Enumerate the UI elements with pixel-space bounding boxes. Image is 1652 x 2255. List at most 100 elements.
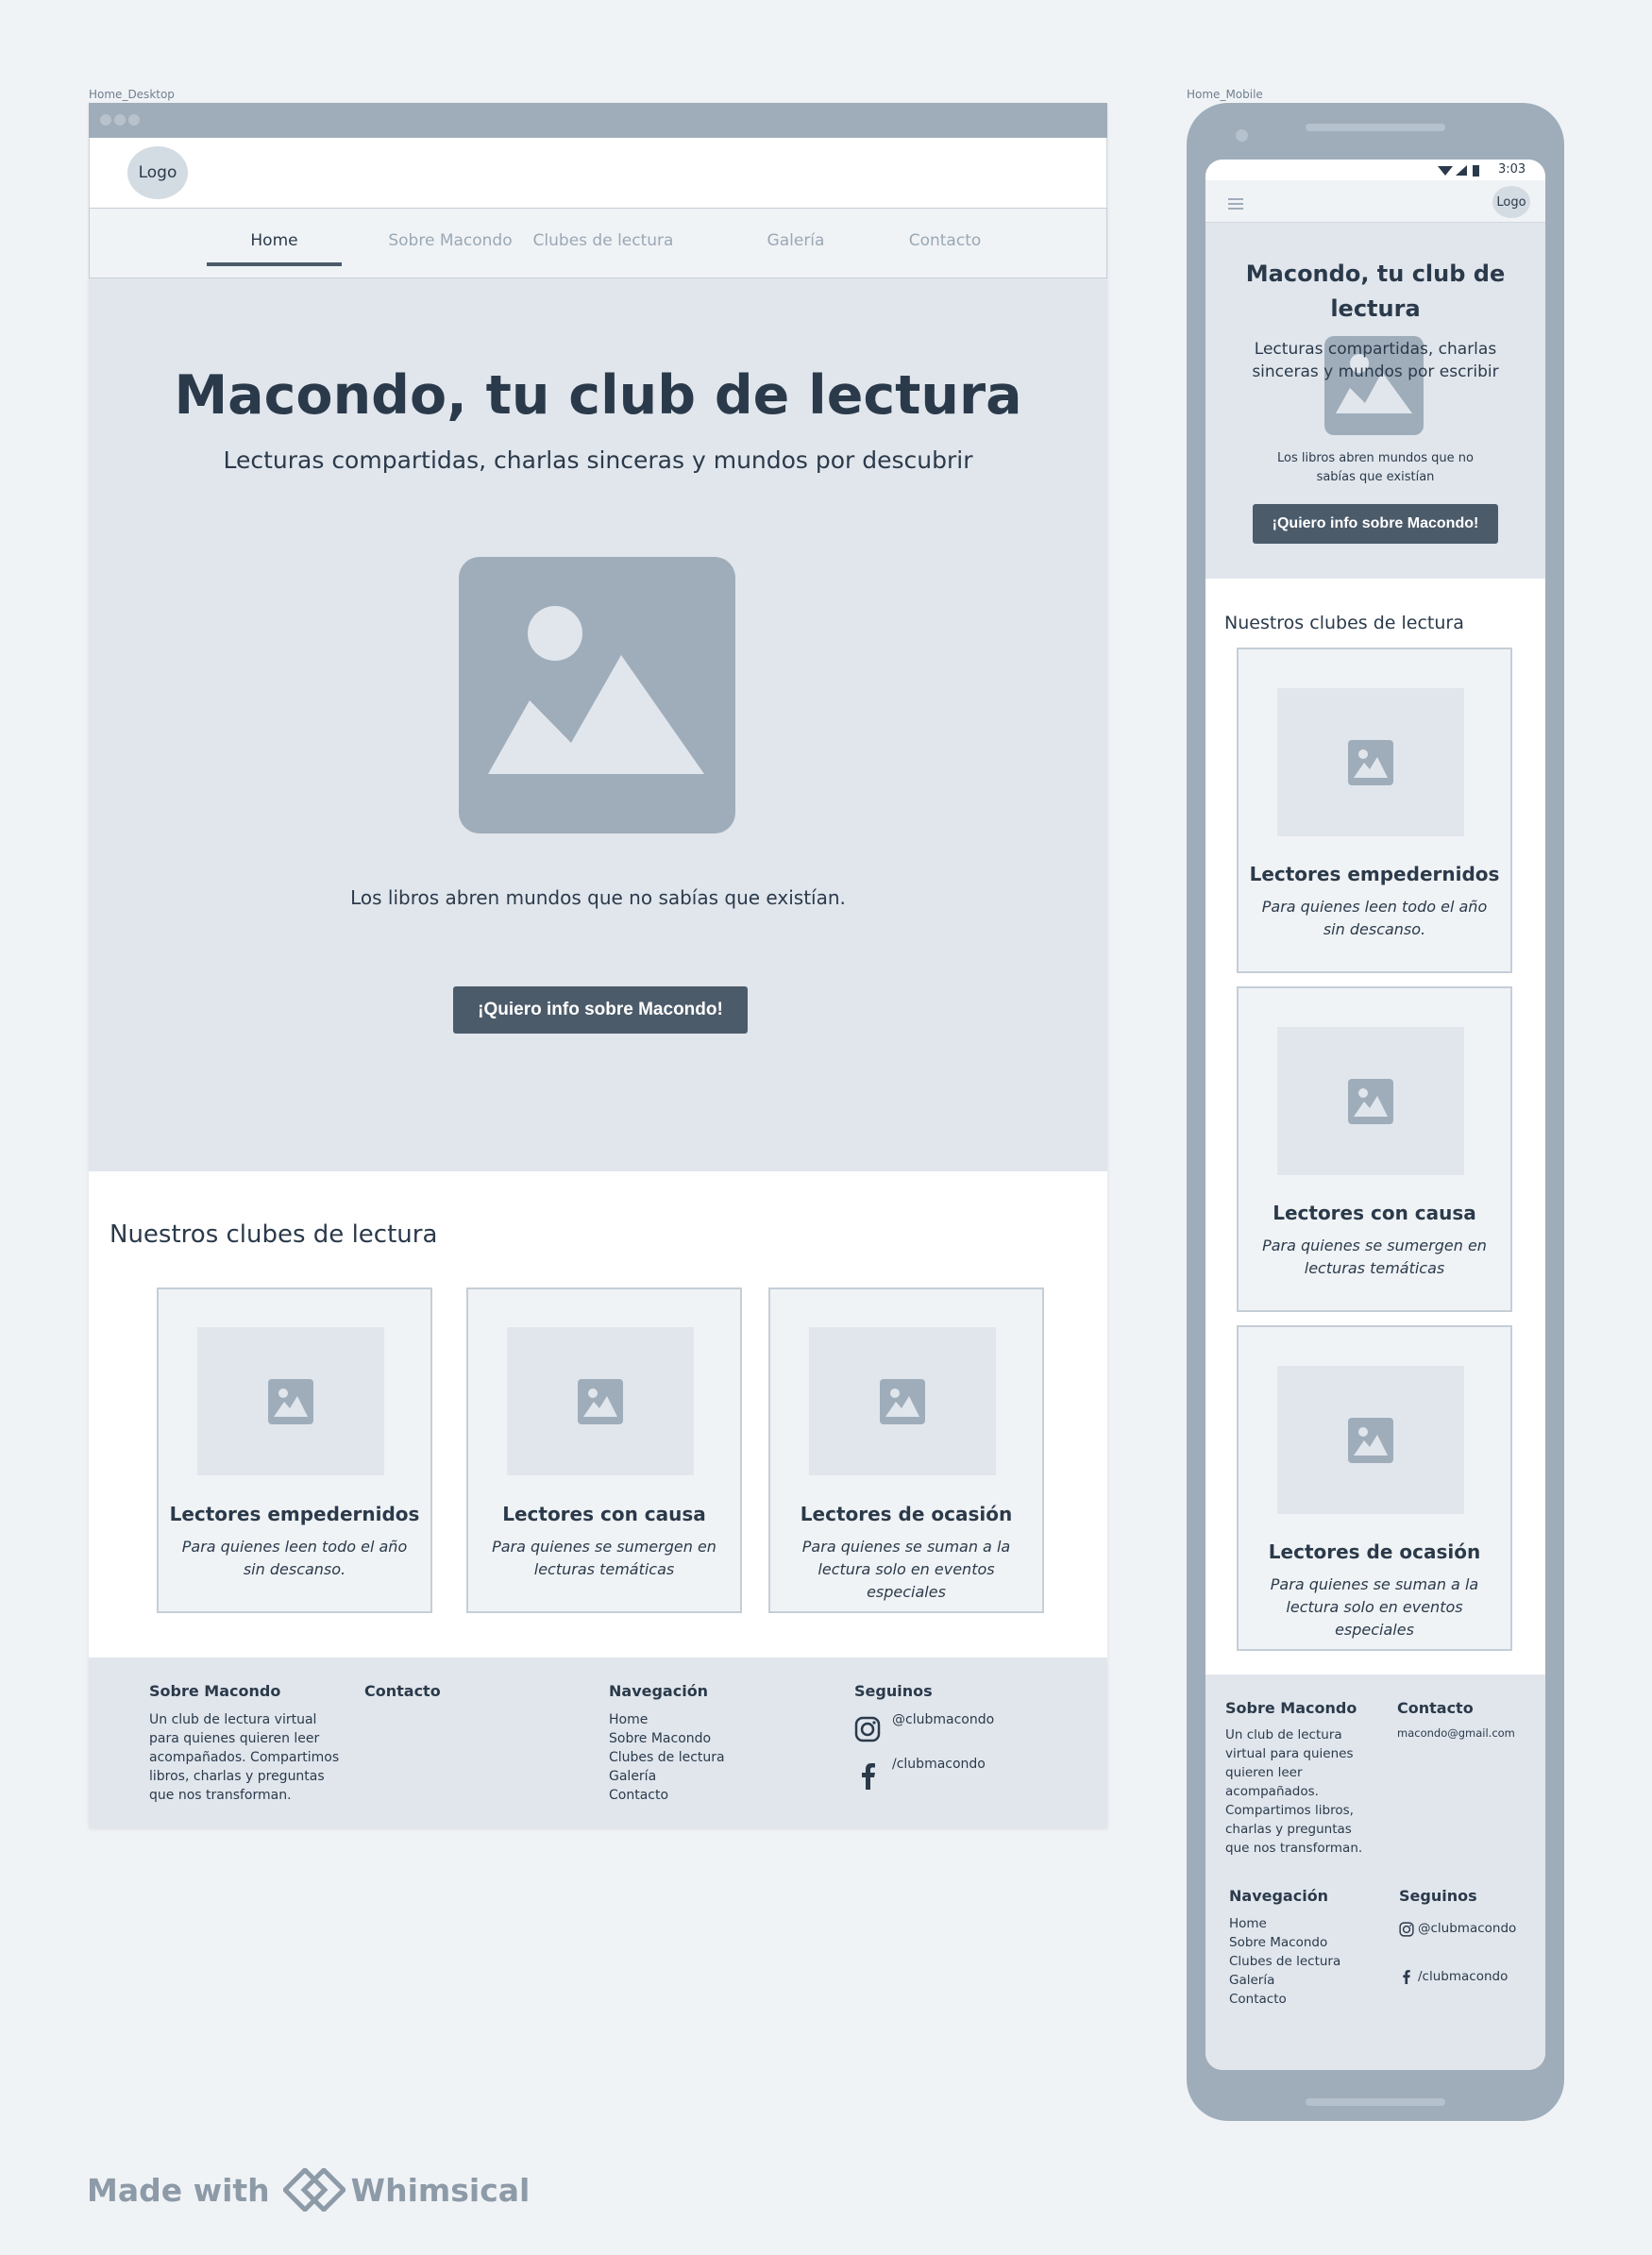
- hamburger-menu-icon[interactable]: [1228, 198, 1243, 210]
- footer-link-sobre[interactable]: Sobre Macondo: [1229, 1933, 1340, 1952]
- hero-caption: Los libros abren mundos que no sabías qu…: [350, 886, 846, 909]
- footer-link-galeria[interactable]: Galería: [609, 1767, 725, 1786]
- logo[interactable]: Logo: [127, 146, 188, 199]
- card-image-placeholder: [1277, 1027, 1464, 1175]
- club-card[interactable]: Lectores empedernidos Para quienes leen …: [157, 1287, 432, 1613]
- club-card[interactable]: Lectores de ocasión Para quienes se suma…: [1237, 1325, 1512, 1651]
- footer-link-sobre[interactable]: Sobre Macondo: [609, 1729, 725, 1748]
- club-card[interactable]: Lectores con causa Para quienes se sumer…: [466, 1287, 742, 1613]
- card-image-placeholder: [507, 1327, 694, 1475]
- footer-social-title: Seguinos: [854, 1682, 933, 1700]
- info-button[interactable]: ¡Quiero info sobre Macondo!: [453, 986, 748, 1034]
- footer-contact-email[interactable]: macondo@gmail.com: [1397, 1726, 1515, 1740]
- image-icon: [488, 606, 704, 774]
- instagram-icon[interactable]: [854, 1716, 881, 1746]
- facebook-handle[interactable]: /clubmacondo: [1418, 1967, 1508, 1986]
- footer-link-galeria[interactable]: Galería: [1229, 1971, 1340, 1990]
- nav-item-sobre-macondo[interactable]: Sobre Macondo: [365, 231, 535, 250]
- image-icon: [578, 1378, 623, 1424]
- desktop-frame: Logo Home Sobre Macondo Clubes de lectur…: [89, 103, 1107, 1828]
- browser-chrome: [89, 103, 1107, 138]
- mobile-hero-subtitle: Lecturas compartidas, charlas sinceras y…: [1252, 340, 1499, 381]
- club-card[interactable]: Lectores con causa Para quienes se sumer…: [1237, 986, 1512, 1312]
- facebook-icon[interactable]: [1401, 1969, 1411, 1988]
- image-icon: [268, 1378, 313, 1424]
- footer-link-home[interactable]: Home: [1229, 1914, 1340, 1933]
- footer-nav-links: Home Sobre Macondo Clubes de lectura Gal…: [609, 1710, 725, 1805]
- footer-link-clubes[interactable]: Clubes de lectura: [1229, 1952, 1340, 1971]
- card-title: Lectores de ocasión: [1268, 1540, 1481, 1563]
- image-icon: [1348, 739, 1393, 785]
- mobile-info-button[interactable]: ¡Quiero info sobre Macondo!: [1253, 504, 1498, 544]
- card-description: Para quienes se suman a la lectura solo …: [801, 1538, 1011, 1601]
- card-image-placeholder: [809, 1327, 996, 1475]
- facebook-icon[interactable]: [858, 1761, 877, 1793]
- mobile-footer: Sobre Macondo Un club de lectura virtual…: [1205, 1674, 1545, 2070]
- window-dot: [100, 114, 111, 126]
- card-title: Lectores empedernidos: [169, 1503, 420, 1525]
- footer-link-home[interactable]: Home: [609, 1710, 725, 1729]
- main-nav: Home Sobre Macondo Clubes de lectura Gal…: [89, 208, 1107, 278]
- nav-item-contacto[interactable]: Contacto: [888, 231, 1002, 250]
- window-dot: [128, 114, 140, 126]
- footer-link-clubes[interactable]: Clubes de lectura: [609, 1748, 725, 1767]
- mobile-hero-caption: Los libros abren mundos que no sabías qu…: [1277, 451, 1474, 484]
- card-title: Lectores empedernidos: [1249, 863, 1500, 885]
- hero-section: Macondo, tu club de lectura Lecturas com…: [89, 278, 1107, 1171]
- mobile-hero-title: Macondo, tu club de lectura: [1245, 261, 1506, 322]
- site-footer: Sobre Macondo Un club de lectura virtual…: [89, 1658, 1107, 1828]
- card-title: Lectores de ocasión: [800, 1503, 1013, 1525]
- footer-about-text: Un club de lectura virtual para quienes …: [149, 1712, 340, 1803]
- footer-nav-title: Navegación: [1229, 1887, 1329, 1905]
- instagram-handle[interactable]: @clubmacondo: [1418, 1919, 1516, 1938]
- status-bar: 3:03: [1205, 160, 1545, 180]
- card-title: Lectores con causa: [1273, 1202, 1476, 1224]
- card-title: Lectores con causa: [502, 1503, 706, 1525]
- status-time: 3:03: [1498, 162, 1526, 177]
- phone-screen: 3:03 Logo Macondo, tu club de lectura Le…: [1205, 160, 1545, 2070]
- card-description: Para quienes se sumergen en lecturas tem…: [492, 1538, 716, 1578]
- mobile-frame-label: Home_Mobile: [1187, 88, 1263, 101]
- hero-image-placeholder: [459, 557, 735, 833]
- mobile-logo[interactable]: Logo: [1492, 186, 1530, 218]
- clubs-title: Nuestros clubes de lectura: [110, 1220, 438, 1249]
- site-header: Logo: [89, 138, 1107, 208]
- card-description: Para quienes se sumergen en lecturas tem…: [1262, 1237, 1487, 1277]
- nav-active-indicator: [207, 262, 342, 266]
- bottom-speaker: [1306, 2098, 1445, 2106]
- footer-social-title: Seguinos: [1399, 1887, 1477, 1905]
- club-card[interactable]: Lectores de ocasión Para quienes se suma…: [768, 1287, 1044, 1613]
- card-image-placeholder: [197, 1327, 384, 1475]
- instagram-icon[interactable]: [1399, 1922, 1414, 1941]
- card-description: Para quienes leen todo el año sin descan…: [181, 1538, 408, 1578]
- mobile-hero-section: Macondo, tu club de lectura Lecturas com…: [1205, 223, 1545, 579]
- footer-link-contacto[interactable]: Contacto: [609, 1786, 725, 1805]
- speaker-grille: [1306, 124, 1445, 131]
- card-image-placeholder: [1277, 1366, 1464, 1514]
- footer-about-title: Sobre Macondo: [1225, 1699, 1357, 1717]
- window-dot: [114, 114, 126, 126]
- whimsical-logo-icon: [282, 2168, 346, 2212]
- image-icon: [880, 1378, 925, 1424]
- hero-subtitle: Lecturas compartidas, charlas sinceras y…: [223, 446, 973, 474]
- club-card[interactable]: Lectores empedernidos Para quienes leen …: [1237, 648, 1512, 973]
- card-description: Para quienes leen todo el año sin descan…: [1261, 898, 1488, 938]
- whimsical-brand: Whimsical: [350, 2171, 531, 2209]
- footer-contact-title: Contacto: [1397, 1699, 1474, 1717]
- camera-dot: [1236, 129, 1248, 142]
- facebook-handle[interactable]: /clubmacondo: [892, 1755, 986, 1774]
- nav-item-clubes[interactable]: Clubes de lectura: [518, 231, 688, 250]
- mobile-clubs-title: Nuestros clubes de lectura: [1224, 613, 1464, 633]
- signal-icon: [1438, 165, 1479, 177]
- image-icon: [1348, 1078, 1393, 1124]
- made-with-whimsical: Made with Whimsical: [87, 2168, 530, 2212]
- desktop-frame-label: Home_Desktop: [89, 88, 175, 101]
- footer-link-contacto[interactable]: Contacto: [1229, 1990, 1340, 2009]
- footer-nav-title: Navegación: [609, 1682, 709, 1700]
- mobile-topbar: Logo: [1205, 180, 1545, 223]
- instagram-handle[interactable]: @clubmacondo: [892, 1710, 994, 1729]
- footer-about-title: Sobre Macondo: [149, 1682, 281, 1700]
- nav-item-home[interactable]: Home: [207, 231, 342, 250]
- nav-item-galeria[interactable]: Galería: [739, 231, 852, 250]
- hero-title: Macondo, tu club de lectura: [174, 364, 1022, 427]
